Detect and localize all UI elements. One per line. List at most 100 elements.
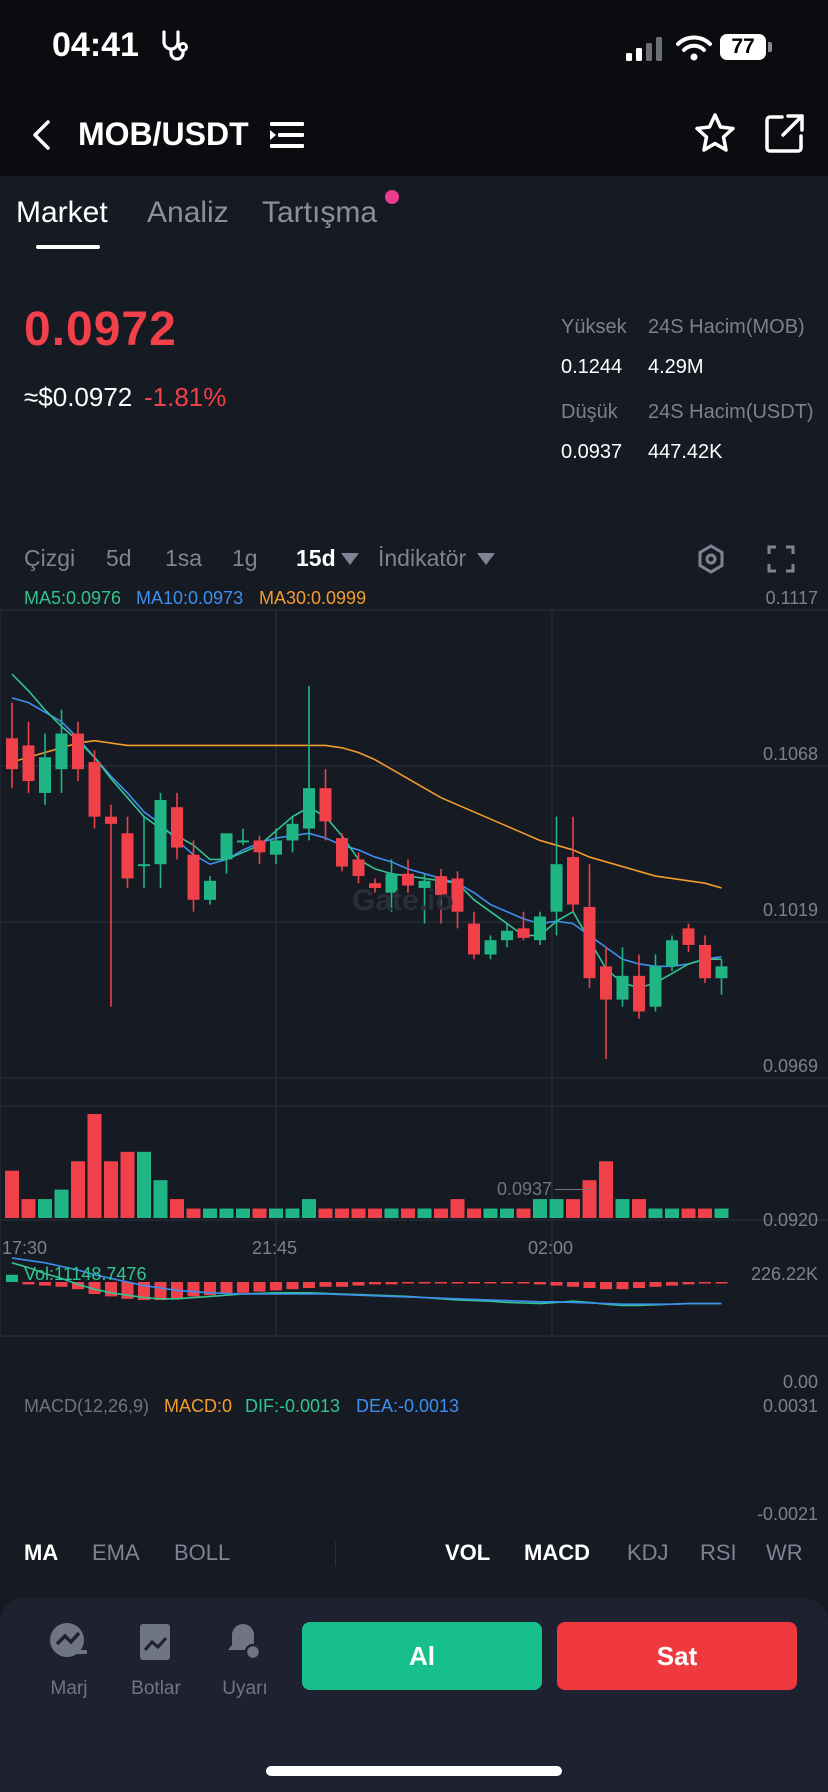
volume-bars — [5, 1114, 729, 1218]
volume-bar — [516, 1208, 531, 1218]
volume-bar — [648, 1208, 663, 1218]
margin-icon — [50, 1623, 87, 1657]
volume-bar — [87, 1114, 102, 1218]
volume-bar — [549, 1199, 564, 1218]
tf-1sa[interactable]: 1sa — [165, 545, 202, 572]
candle-body — [550, 864, 563, 912]
tf-line[interactable]: Çizgi — [24, 545, 75, 572]
chevron-down-icon[interactable] — [477, 553, 495, 565]
tf-indicator[interactable]: İndikatör — [378, 545, 466, 572]
macd-bar — [418, 1282, 431, 1284]
indicator-macd[interactable]: MACD — [524, 1540, 590, 1566]
candle-body — [616, 975, 629, 1000]
volume-bar — [351, 1208, 366, 1218]
candles-group — [6, 686, 728, 1059]
alerts-button[interactable]: Uyarı — [210, 1620, 280, 1700]
candle-body — [55, 733, 68, 770]
macd-bar — [600, 1282, 612, 1290]
volume-bar — [203, 1208, 217, 1218]
bots-label: Botlar — [131, 1678, 181, 1699]
status-bar: 04:41 77 — [0, 0, 828, 96]
ma30-polyline — [11, 739, 722, 889]
macd-bar — [303, 1282, 315, 1288]
indicator-kdj[interactable]: KDJ — [627, 1540, 669, 1566]
volume-bar — [483, 1208, 498, 1218]
macd-min-label: -0.0021 — [756, 1504, 818, 1524]
vol-mob-value: 4.29M — [648, 356, 704, 378]
indicator-wr[interactable]: WR — [766, 1540, 803, 1566]
candle-body — [121, 833, 134, 879]
volume-bar — [269, 1208, 283, 1218]
menu-icon[interactable] — [270, 120, 304, 150]
macd-bar — [369, 1282, 381, 1285]
tf-5d[interactable]: 5d — [106, 545, 132, 572]
settings-icon[interactable] — [696, 544, 726, 574]
candlestick-chart[interactable]: Gate.io — [0, 600, 828, 1530]
macd-bar — [682, 1282, 695, 1285]
volume-bar — [71, 1161, 85, 1218]
candle-body — [517, 928, 530, 938]
macd-bar — [352, 1282, 365, 1286]
dea-value: DEA:-0.0013 — [356, 1396, 460, 1416]
volume-bar — [681, 1208, 696, 1218]
bots-button[interactable]: Botlar — [121, 1620, 191, 1700]
indicator-vol[interactable]: VOL — [445, 1540, 490, 1566]
tab-market[interactable]: Market — [16, 196, 108, 230]
indicator-ema[interactable]: EMA — [92, 1540, 140, 1566]
macd-bar — [187, 1282, 200, 1297]
candle-body — [88, 762, 101, 817]
macd-bar — [715, 1282, 728, 1284]
macd-bar — [534, 1282, 546, 1285]
tab-active-indicator — [36, 245, 100, 249]
macd-bar — [666, 1282, 678, 1286]
vol-usdt-label: 24S Hacim(USDT) — [648, 401, 814, 423]
star-icon[interactable] — [694, 112, 736, 154]
price-change: -1.81% — [144, 382, 227, 412]
vol-min-label: 0.00 — [782, 1372, 818, 1392]
bots-icon — [140, 1624, 170, 1660]
macd-bar — [154, 1282, 167, 1300]
candle-body — [253, 840, 266, 853]
indicator-ma[interactable]: MA — [24, 1540, 58, 1566]
macd-bar — [435, 1282, 447, 1284]
volume-bar — [54, 1189, 69, 1218]
tab-tartisma[interactable]: Tartışma — [262, 196, 377, 230]
candle-body — [600, 966, 612, 1000]
sell-button[interactable]: Sat — [557, 1622, 797, 1690]
back-icon[interactable] — [28, 118, 56, 152]
tf-15d[interactable]: 15d — [296, 545, 336, 572]
low-value: 0.0937 — [561, 441, 623, 463]
indicator-rsi[interactable]: RSI — [700, 1540, 737, 1566]
volume-bar — [252, 1208, 267, 1218]
candle-body — [583, 906, 596, 979]
ma30-line — [11, 739, 722, 889]
macd-bar — [699, 1282, 711, 1284]
volume-bar — [236, 1208, 250, 1218]
macd-bar — [583, 1282, 596, 1288]
candle-body — [138, 864, 150, 867]
candle-body — [220, 833, 233, 860]
high-value: 0.1244 — [561, 356, 623, 378]
margin-button[interactable]: Marj — [34, 1620, 104, 1700]
tab-analiz[interactable]: Analiz — [147, 196, 229, 230]
volume-bar — [219, 1208, 234, 1218]
candle-body — [649, 966, 662, 1007]
wifi-icon — [676, 35, 712, 61]
macd-bar — [633, 1282, 645, 1288]
indicator-boll[interactable]: BOLL — [174, 1540, 230, 1566]
buy-button[interactable]: Al — [302, 1622, 542, 1690]
tf-1g[interactable]: 1g — [232, 545, 258, 572]
candle-body — [72, 733, 84, 770]
share-icon[interactable] — [764, 112, 806, 154]
macd-bar — [319, 1282, 332, 1287]
candle-body — [501, 930, 513, 941]
pair-title[interactable]: MOB/USDT — [78, 116, 249, 153]
chevron-down-icon[interactable] — [341, 553, 359, 565]
candle-body — [715, 966, 728, 979]
volume-bar — [38, 1199, 52, 1218]
fullscreen-icon[interactable] — [766, 544, 796, 574]
y-label: 0.0969 — [762, 1056, 818, 1076]
candle-body — [484, 940, 497, 955]
volume-bar — [137, 1151, 151, 1218]
candle-body — [682, 928, 695, 945]
